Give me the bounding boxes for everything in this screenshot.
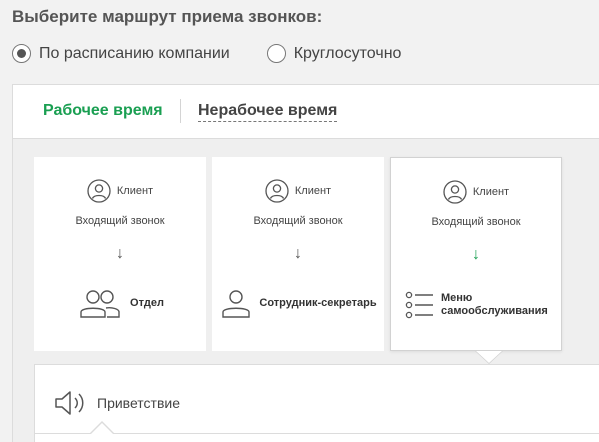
- radio-unchecked-icon[interactable]: [266, 44, 286, 63]
- destination-department: Отдел: [34, 287, 206, 319]
- down-arrow-icon: ↓: [116, 245, 124, 262]
- destination-self-service-menu: Меню самообслуживания: [391, 290, 561, 320]
- destination-label: Отдел: [130, 297, 164, 309]
- client-icon: [443, 180, 467, 204]
- client-row: Клиент: [34, 179, 206, 203]
- route-heading: Выберите маршрут приема звонков:: [12, 7, 323, 26]
- tabs-bar: Рабочее время Нерабочее время: [13, 85, 599, 139]
- client-icon: [265, 179, 289, 203]
- greeting-label: Приветствие: [97, 395, 180, 411]
- incoming-call-label: Входящий звонок: [253, 215, 343, 227]
- destination-label: Меню самообслуживания: [441, 292, 548, 318]
- list-icon: [405, 291, 433, 319]
- destination-label-line2: самообслуживания: [441, 305, 548, 317]
- card-pointer: [476, 351, 502, 363]
- down-arrow-icon: ↓: [472, 246, 480, 263]
- destination-label-line1: Меню: [441, 292, 473, 304]
- tab-non-working-hours[interactable]: Нерабочее время: [198, 102, 338, 122]
- route-card-department[interactable]: Клиент Входящий звонок ↓ Отдел: [34, 157, 206, 351]
- tab-working-hours[interactable]: Рабочее время: [43, 102, 163, 120]
- group-icon: [80, 290, 120, 318]
- client-icon: [87, 179, 111, 203]
- radio-company-schedule[interactable]: По расписанию компании: [12, 44, 230, 63]
- down-arrow-icon: ↓: [294, 245, 302, 262]
- greeting-pointer: [91, 423, 113, 434]
- incoming-call-label: Входящий звонок: [431, 216, 521, 228]
- radio-company-schedule-label: По расписанию компании: [39, 44, 230, 62]
- greeting-row[interactable]: Приветствие: [53, 388, 180, 418]
- schedule-options: По расписанию компании Круглосуточно: [12, 44, 401, 63]
- radio-around-clock[interactable]: Круглосуточно: [266, 44, 402, 63]
- radio-checked-icon[interactable]: [12, 44, 31, 63]
- speaker-icon: [55, 391, 84, 415]
- client-row: Клиент: [391, 180, 561, 204]
- greeting-panel: Приветствие: [34, 364, 599, 442]
- client-label: Клиент: [472, 186, 510, 198]
- greeting-divider: [35, 433, 599, 434]
- tab-divider: [180, 99, 181, 123]
- user-icon: [222, 290, 251, 318]
- radio-around-clock-label: Круглосуточно: [293, 44, 402, 62]
- destination-secretary: Сотрудник-секретарь: [212, 287, 384, 319]
- client-row: Клиент: [212, 179, 384, 203]
- client-label: Клиент: [294, 185, 332, 197]
- route-card-secretary[interactable]: Клиент Входящий звонок ↓ Сотрудник-секре…: [212, 157, 384, 351]
- destination-label: Сотрудник-секретарь: [259, 297, 377, 309]
- route-card-self-service-menu[interactable]: Клиент Входящий звонок ↓ Меню самообслуж…: [390, 157, 562, 351]
- incoming-call-label: Входящий звонок: [75, 215, 165, 227]
- client-label: Клиент: [116, 185, 154, 197]
